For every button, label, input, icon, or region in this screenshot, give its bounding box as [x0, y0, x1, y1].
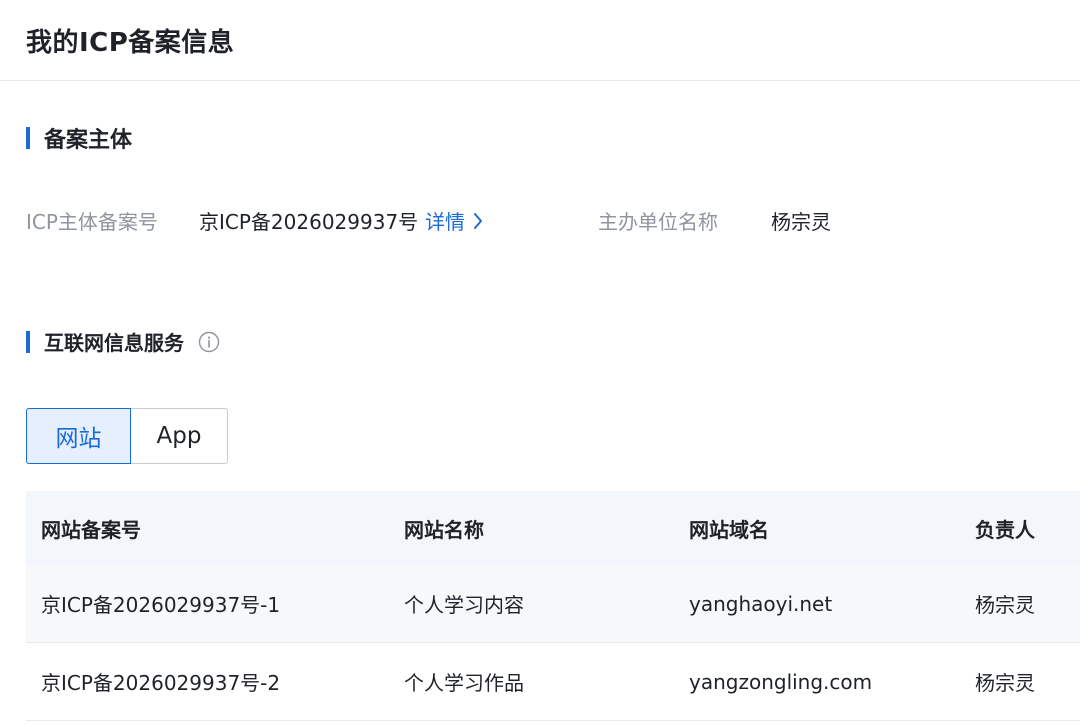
detail-link[interactable]: 详情 — [425, 206, 483, 235]
record-number-cell: 京ICP备2026029937号-2 — [41, 671, 281, 695]
owner-cell: 杨宗灵 — [975, 671, 1035, 695]
website-table: 网站备案号 网站名称 网站域名 负责人 京ICP备2026029937号-1 个… — [26, 491, 1080, 721]
org-name-value: 杨宗灵 — [771, 210, 831, 234]
service-section-header: 互联网信息服务 — [26, 327, 220, 356]
icp-number-value: 京ICP备2026029937号 — [199, 210, 419, 234]
page-header: 我的ICP备案信息 — [0, 0, 1080, 81]
owner-cell: 杨宗灵 — [975, 593, 1035, 617]
section-accent-bar — [26, 127, 30, 149]
subject-section-header: 备案主体 — [26, 122, 132, 154]
info-circle-icon[interactable] — [198, 331, 220, 353]
org-name-label: 主办单位名称 — [598, 210, 718, 234]
tab-website[interactable]: 网站 — [26, 408, 131, 464]
section-accent-bar — [26, 330, 30, 353]
site-name-cell: 个人学习作品 — [404, 671, 524, 695]
column-header-record-number: 网站备案号 — [41, 517, 141, 542]
detail-link-label: 详情 — [425, 210, 465, 234]
table-row: 京ICP备2026029937号-2 个人学习作品 yangzongling.c… — [26, 643, 1080, 721]
table-header: 网站备案号 网站名称 网站域名 负责人 — [26, 491, 1080, 565]
service-section-title: 互联网信息服务 — [44, 331, 184, 355]
subject-section-title: 备案主体 — [44, 128, 133, 153]
page-title: 我的ICP备案信息 — [26, 27, 235, 58]
tab-app[interactable]: App — [130, 408, 228, 464]
icp-number-label: ICP主体备案号 — [26, 210, 158, 234]
record-number-cell: 京ICP备2026029937号-1 — [41, 593, 281, 617]
domain-cell: yanghaoyi.net — [689, 591, 833, 616]
site-name-cell: 个人学习内容 — [404, 593, 524, 617]
icp-info-page: 我的ICP备案信息 备案主体 ICP主体备案号 京ICP备2026029937号… — [0, 0, 1080, 726]
chevron-right-icon — [474, 212, 482, 229]
domain-cell: yangzongling.com — [689, 669, 873, 694]
service-type-tabs: 网站 App — [26, 408, 228, 464]
table-row: 京ICP备2026029937号-1 个人学习内容 yanghaoyi.net … — [26, 565, 1080, 643]
column-header-site-name: 网站名称 — [404, 517, 484, 542]
column-header-domain: 网站域名 — [689, 517, 769, 542]
column-header-owner: 负责人 — [975, 517, 1035, 542]
subject-info-row: ICP主体备案号 京ICP备2026029937号 详情 主办单位名称 杨宗灵 — [26, 206, 1080, 234]
